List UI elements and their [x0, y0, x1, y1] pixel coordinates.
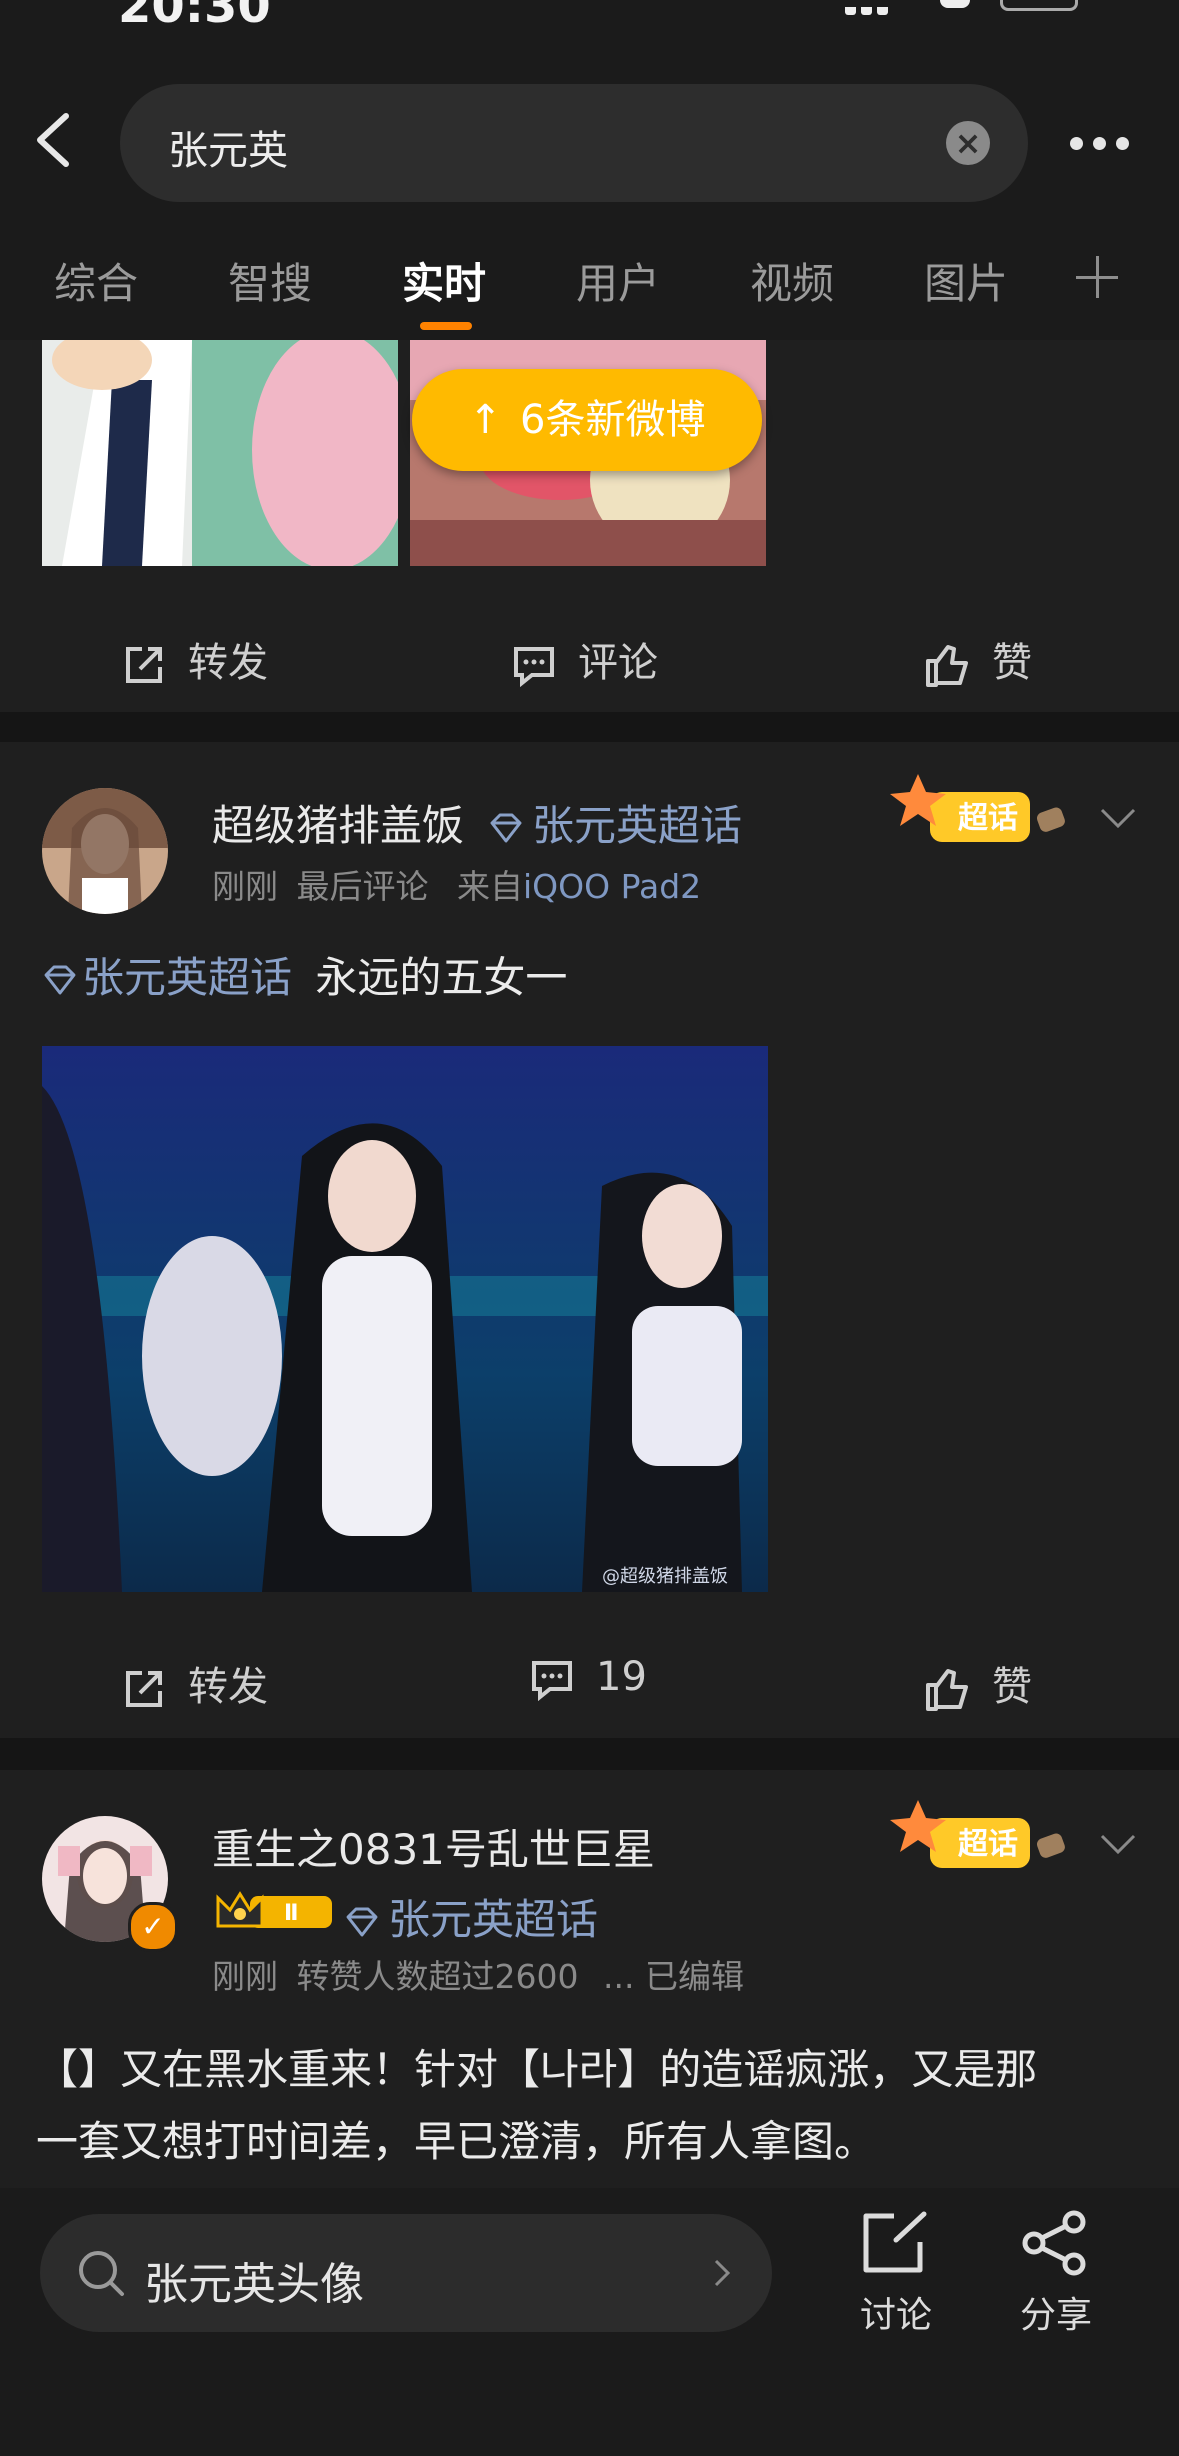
cartoon-image [42, 340, 398, 566]
photo-watermark: @超级猪排盖饭 [602, 1566, 728, 1587]
new-posts-label: 6条新微博 [520, 397, 706, 443]
share-label: 分享 [1020, 2295, 1093, 2336]
search-icon [79, 2251, 124, 2296]
share-icon [1022, 2210, 1086, 2276]
fan-level-badge: Ⅱ [214, 1888, 334, 1934]
avatar-image [42, 788, 168, 914]
discuss-button[interactable]: 讨论 [856, 2210, 936, 2336]
username[interactable]: 重生之0831号乱世巨星 [212, 1816, 655, 1877]
supertopic-link[interactable]: 张元英超话 [488, 792, 742, 853]
chevron-left-icon [37, 113, 69, 167]
comment-icon [532, 1661, 572, 1702]
thumbs-up-icon [926, 645, 968, 687]
tab-video[interactable]: 视频 [750, 250, 834, 311]
new-posts-button[interactable]: ↑ 6条新微博 [412, 369, 762, 471]
back-button[interactable] [30, 110, 80, 170]
bottom-bar: 张元英头像 讨论 分享 [0, 2188, 1179, 2456]
battery-icon [1000, 0, 1078, 11]
wifi-icon [940, 0, 970, 8]
post-photo[interactable]: @超级猪排盖饭 [42, 1046, 768, 1592]
comment-icon [514, 647, 554, 688]
crown-icon: Ⅱ [216, 1891, 332, 1928]
chevron-right-icon [714, 2259, 731, 2287]
like-button[interactable]: 赞 [924, 1654, 1032, 1712]
verified-badge-icon: ✓ [128, 1902, 178, 1952]
post-meta: 刚刚 转赞人数超过2600 ... 已编辑 [212, 1950, 744, 1998]
plus-icon[interactable] [1076, 256, 1118, 298]
search-query: 张元英 [168, 128, 288, 174]
diamond-icon [44, 965, 76, 994]
tab-images[interactable]: 图片 [924, 250, 1008, 311]
repost-label: 转发 [188, 640, 268, 686]
supertopic-inline-link[interactable]: 张元英超话 [42, 953, 292, 1002]
repost-icon [126, 1671, 162, 1707]
diamond-icon [346, 1907, 378, 1936]
fan-level: Ⅱ [284, 1901, 299, 1926]
signal-icon [845, 0, 905, 15]
comment-button[interactable]: 评论 [512, 630, 658, 688]
edit-icon [863, 2211, 927, 2273]
repost-button[interactable]: 转发 [122, 1654, 268, 1712]
thumbs-up-icon [926, 1669, 968, 1711]
post-card[interactable]: 超级猪排盖饭 张元英超话 刚刚 最后评论 来自iQOO Pad2 超话 张元英超… [0, 742, 1179, 1738]
post-body-line: 一套又想打时间差，早已澄清，所有人拿图。 [36, 2117, 877, 2166]
tab-smart-search[interactable]: 智搜 [228, 250, 312, 311]
supertopic-label: 张元英超话 [532, 801, 743, 850]
share-button[interactable]: 分享 [1018, 2210, 1108, 2336]
status-time: 20:30 [118, 0, 271, 34]
supertopic-badge-icon: 超话 [890, 774, 1065, 842]
post-body: 永远的五女一 [315, 953, 568, 1002]
related-search-button[interactable]: 张元英头像 [40, 2214, 772, 2332]
post-meta-text: 转赞人数超过2600 [296, 1957, 579, 1996]
tab-bar: 综合 智搜 实时 用户 视频 图片 [0, 220, 1179, 340]
post-time: 刚刚 [212, 867, 278, 906]
repost-icon [126, 647, 162, 683]
supertopic-badge-text: 超话 [958, 1827, 1018, 1862]
comment-button[interactable]: 19 [530, 1654, 647, 1702]
supertopic-inline-label: 张元英超话 [82, 953, 293, 1002]
supertopic-badge-text: 超话 [958, 801, 1018, 836]
discuss-label: 讨论 [860, 2295, 933, 2336]
post-image[interactable] [42, 340, 398, 566]
tab-users[interactable]: 用户 [576, 250, 660, 311]
supertopic-badge-icon: 超话 [890, 1800, 1065, 1868]
avatar[interactable] [42, 788, 168, 914]
source-prefix: 来自 [457, 867, 523, 906]
like-label: 赞 [992, 1664, 1032, 1710]
chevron-down-icon[interactable] [1100, 808, 1136, 830]
status-bar: 20:30 [0, 0, 1179, 60]
active-tab-indicator [420, 322, 472, 330]
comment-count: 19 [596, 1654, 647, 1700]
post-time: 刚刚 [212, 1957, 278, 1996]
repost-label: 转发 [188, 1664, 268, 1710]
repost-button[interactable]: 转发 [122, 630, 268, 688]
supertopic-label: 张元英超话 [388, 1895, 599, 1944]
post-meta-text: 最后评论 [296, 867, 429, 906]
comment-label: 评论 [578, 640, 658, 686]
username[interactable]: 超级猪排盖饭 [212, 792, 464, 853]
search-input[interactable]: 张元英 × [120, 84, 1028, 202]
chevron-down-icon[interactable] [1100, 1834, 1136, 1856]
supertopic-link[interactable]: 张元英超话 [344, 1886, 598, 1947]
post-text: 张元英超话 永远的五女一 [42, 942, 567, 1014]
supertopic-badge[interactable]: 超话 [890, 1796, 1070, 1886]
diamond-icon [490, 813, 522, 842]
tab-realtime[interactable]: 实时 [402, 250, 486, 311]
related-search-text: 张元英头像 [144, 2259, 364, 2310]
supertopic-badge[interactable]: 超话 [890, 770, 1070, 860]
search-header: 张元英 × [0, 60, 1179, 220]
post-meta: 刚刚 最后评论 来自iQOO Pad2 [212, 860, 701, 908]
like-label: 赞 [992, 640, 1032, 686]
tab-comprehensive[interactable]: 综合 [54, 250, 138, 311]
post-body-line: 【】又在黑水重来！针对【나라】的造谣疯涨，又是那 [36, 2045, 1038, 2094]
source-device: iQOO Pad2 [523, 867, 702, 906]
performance-photo: @超级猪排盖饭 [42, 1046, 768, 1592]
arrow-up-icon: ↑ [468, 397, 503, 443]
like-button[interactable]: 赞 [924, 630, 1032, 688]
clear-icon[interactable]: × [946, 121, 990, 165]
more-icon[interactable] [1070, 135, 1140, 150]
edited-label: ... 已编辑 [602, 1957, 744, 1996]
